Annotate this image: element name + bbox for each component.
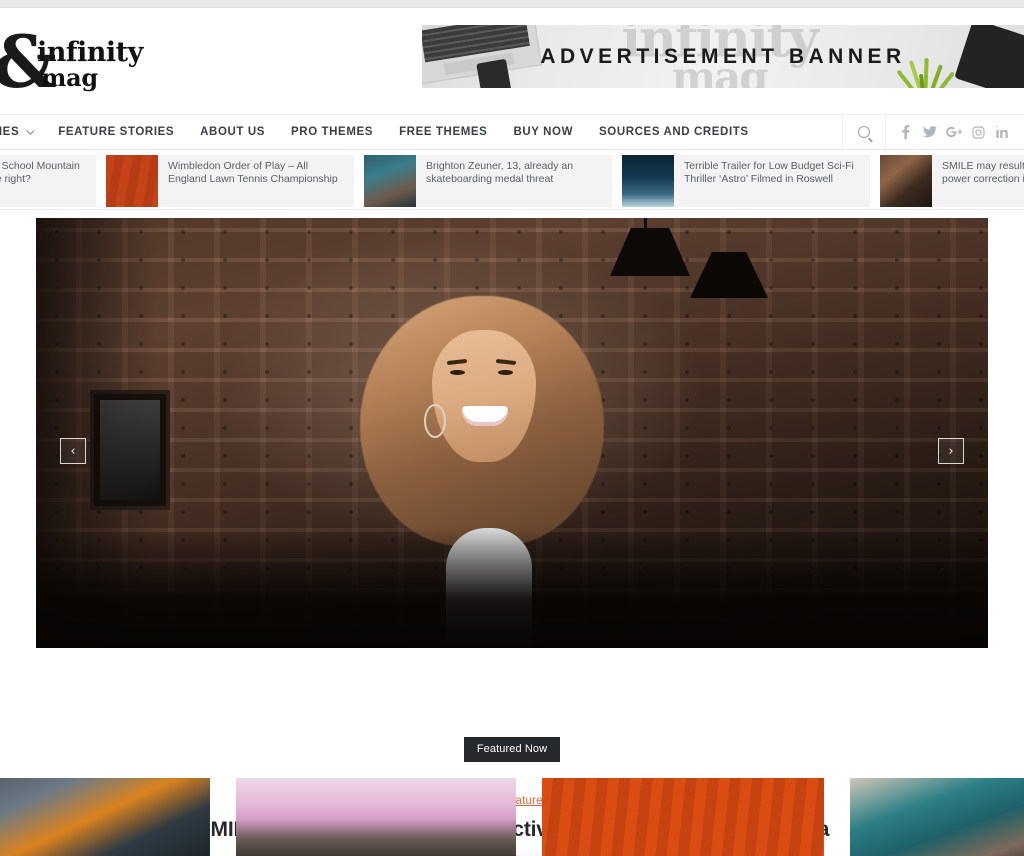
subject-smile [462, 406, 508, 426]
nav-item-buy-now[interactable]: BUY NOW [500, 115, 586, 149]
hero-image [36, 218, 988, 648]
ticker-thumbnail [880, 154, 932, 207]
ticker-item[interactable]: SMILE may result in higher refractive po… [880, 154, 1024, 207]
ticker-title: CA: American High School Mountain Biking… [0, 159, 80, 186]
main-navigation: TEGORIES FEATURE STORIES ABOUT US PRO TH… [0, 114, 1024, 150]
featured-now-heading: Featured Now [0, 737, 1024, 762]
nav-links: TEGORIES FEATURE STORIES ABOUT US PRO TH… [0, 115, 762, 149]
nav-item-feature-stories[interactable]: FEATURE STORIES [45, 115, 187, 149]
search-button[interactable] [842, 115, 886, 149]
slider-next-button[interactable]: › [938, 438, 964, 464]
card-mountain-biking[interactable] [236, 778, 516, 856]
logo-line-2: mag [41, 63, 98, 93]
hero-slider: ‹ › Category: Feature Stories SMILE may … [0, 210, 1024, 856]
nav-utilities [842, 115, 1024, 149]
linkedin-icon[interactable] [990, 115, 1014, 149]
nav-item-about-us[interactable]: ABOUT US [187, 115, 278, 149]
ticker-title: SMILE may result in higher refractive po… [942, 159, 1024, 186]
advertisement-banner[interactable]: infinity mag ADVERTISEMENT BANNER [422, 25, 1024, 88]
ticker-thumbnail [364, 154, 416, 207]
chevron-down-icon [26, 126, 35, 135]
nav-item-free-themes[interactable]: FREE THEMES [386, 115, 500, 149]
card-skateboarding[interactable] [850, 778, 1024, 856]
hero-bottom-shade [36, 528, 988, 648]
ticker-title: Terrible Trailer for Low Budget Sci-Fi T… [684, 159, 854, 186]
search-icon [858, 126, 870, 138]
site-logo[interactable]: & infinity mag [0, 8, 420, 114]
ticker-title: Wimbledon Order of Play – All England La… [168, 159, 338, 186]
ad-banner-text: ADVERTISEMENT BANNER [540, 44, 906, 68]
news-ticker[interactable]: CA: American High School Mountain Biking… [0, 150, 1024, 210]
ticker-item[interactable]: Wimbledon Order of Play – All England La… [106, 154, 354, 207]
slider-prev-button[interactable]: ‹ [60, 438, 86, 464]
top-strip [0, 0, 1024, 8]
ticker-thumbnail [106, 154, 158, 207]
card-tennis[interactable] [542, 778, 824, 856]
subject-eye [498, 370, 513, 375]
site-header: & infinity mag infinity mag ADVERTISEMEN… [0, 8, 1024, 114]
nav-label: TEGORIES [0, 126, 20, 138]
featured-now-badge: Featured Now [463, 737, 561, 762]
instagram-icon[interactable] [966, 115, 990, 149]
tablet-decoration-icon [954, 25, 1024, 88]
ticker-item[interactable]: Brighton Zeuner, 13, already an skateboa… [364, 154, 612, 207]
nav-item-sources-and-credits[interactable]: SOURCES AND CREDITS [586, 115, 762, 149]
nav-item-categories[interactable]: TEGORIES [0, 115, 45, 149]
social-links [886, 115, 1024, 149]
featured-card-grid [0, 778, 1024, 856]
logo-line-1: infinity [37, 36, 143, 68]
ticker-item[interactable]: CA: American High School Mountain Biking… [0, 154, 96, 207]
subject-earring [424, 404, 446, 438]
plant-decoration-icon [896, 56, 962, 88]
subject-eye [450, 370, 465, 375]
nav-item-pro-themes[interactable]: PRO THEMES [278, 115, 386, 149]
ticker-thumbnail [622, 154, 674, 207]
pendant-lamp-icon [602, 218, 698, 284]
google-plus-icon[interactable] [942, 115, 966, 149]
card-basketball[interactable] [0, 778, 210, 856]
ticker-title: Brighton Zeuner, 13, already an skateboa… [426, 159, 574, 186]
pendant-lamp-icon [686, 246, 772, 308]
subject-face [432, 330, 536, 462]
ticker-item[interactable]: Terrible Trailer for Low Budget Sci-Fi T… [622, 154, 870, 207]
facebook-icon[interactable] [894, 115, 918, 149]
twitter-icon[interactable] [918, 115, 942, 149]
